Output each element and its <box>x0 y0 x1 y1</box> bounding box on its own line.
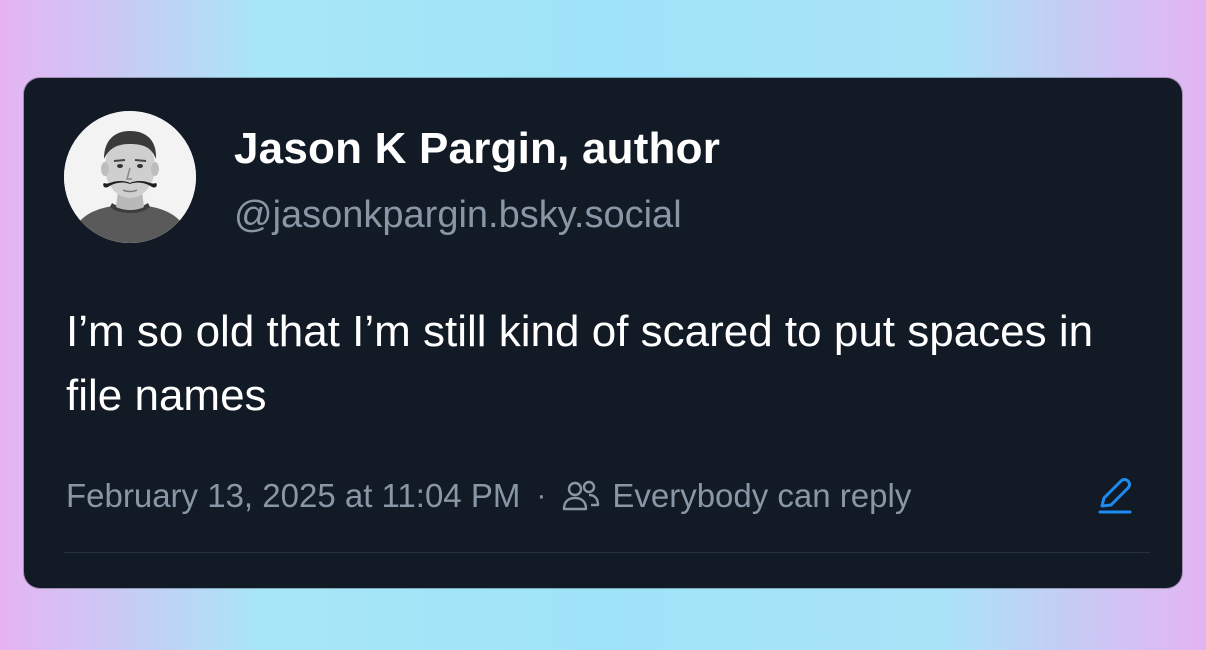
author-display-name[interactable]: Jason K Pargin, author <box>234 124 720 174</box>
people-icon[interactable] <box>562 479 600 513</box>
avatar-portrait-image <box>64 111 196 243</box>
pencil-icon[interactable] <box>1094 476 1134 516</box>
meta-separator: · <box>536 479 547 512</box>
reply-setting-label[interactable]: Everybody can reply <box>612 477 911 515</box>
post-meta-row: February 13, 2025 at 11:04 PM · Everybod… <box>66 476 911 516</box>
post-text: I’m so old that I’m still kind of scared… <box>66 307 1094 420</box>
post-timestamp[interactable]: February 13, 2025 at 11:04 PM <box>66 477 520 515</box>
author-handle[interactable]: @jasonkpargin.bsky.social <box>234 194 682 237</box>
post-divider <box>64 552 1150 553</box>
post-card: Jason K Pargin, author @jasonkpargin.bsk… <box>24 78 1182 588</box>
author-avatar[interactable] <box>64 111 196 243</box>
